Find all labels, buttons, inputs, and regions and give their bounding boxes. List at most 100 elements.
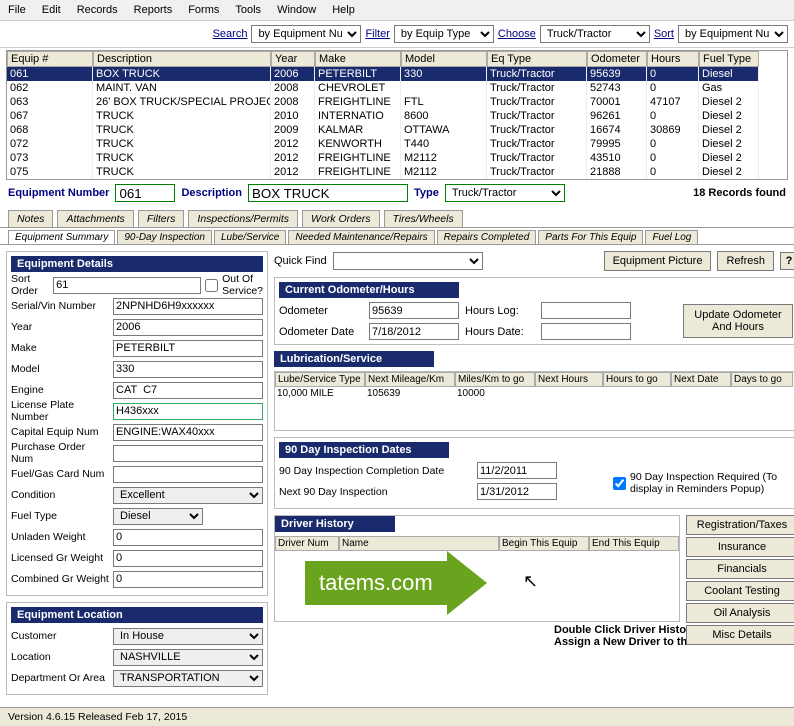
subtab[interactable]: Lube/Service [214, 230, 286, 244]
side-button[interactable]: Registration/Taxes [686, 515, 794, 535]
menu-help[interactable]: Help [332, 4, 355, 16]
menu-forms[interactable]: Forms [188, 4, 219, 16]
licensed-input[interactable] [113, 550, 263, 567]
side-button[interactable]: Oil Analysis [686, 603, 794, 623]
combined-label: Combined Gr Weight [11, 573, 109, 585]
condition-select[interactable]: Excellent [113, 487, 263, 504]
table-row[interactable]: 072TRUCK2012KENWORTHT440Truck/Tractor799… [7, 137, 787, 151]
table-row[interactable]: 061BOX TRUCK2006PETERBILT330Truck/Tracto… [7, 67, 787, 81]
grid-header-cell[interactable]: Hours [647, 51, 699, 67]
inspection-title: 90 Day Inspection Dates [279, 442, 449, 458]
sort-link[interactable]: Sort [654, 28, 674, 40]
insp-required-checkbox[interactable]: 90 Day Inspection Required (To display i… [613, 462, 793, 504]
choose-combo[interactable]: Truck/Tractor [540, 25, 650, 43]
search-by-combo[interactable]: by Equipment Num [251, 25, 361, 43]
type-combo[interactable]: Truck/Tractor [445, 184, 565, 202]
insp-comp-input[interactable] [477, 462, 557, 479]
sort-order-input[interactable] [53, 277, 201, 294]
update-odometer-button[interactable]: Update Odometer And Hours [683, 304, 793, 338]
po-input[interactable] [113, 445, 263, 462]
combined-input[interactable] [113, 571, 263, 588]
license-input[interactable] [113, 403, 263, 420]
tab[interactable]: Inspections/Permits [188, 210, 298, 227]
subtab[interactable]: Equipment Summary [8, 230, 115, 244]
driver-history-list[interactable]: tatems.com ↖ [275, 551, 679, 621]
odo-date-input[interactable] [369, 323, 459, 340]
tab[interactable]: Attachments [57, 210, 133, 227]
table-row[interactable]: 075TRUCK2012FREIGHTLINEM2112Truck/Tracto… [7, 165, 787, 179]
subtab[interactable]: Fuel Log [645, 230, 698, 244]
grid-header-cell[interactable]: Description [93, 51, 271, 67]
sub-tabs: Equipment Summary90-Day InspectionLube/S… [0, 228, 794, 245]
unladen-input[interactable] [113, 529, 263, 546]
dept-select[interactable]: TRANSPORTATION [113, 670, 263, 687]
grid-header-cell[interactable]: Fuel Type [699, 51, 759, 67]
table-row[interactable]: 067TRUCK2010INTERNATIO8600Truck/Tractor9… [7, 109, 787, 123]
customer-select[interactable]: In House [113, 628, 263, 645]
side-button[interactable]: Insurance [686, 537, 794, 557]
subtab[interactable]: Repairs Completed [437, 230, 537, 244]
equipment-picture-button[interactable]: Equipment Picture [604, 251, 712, 271]
tab[interactable]: Notes [8, 210, 53, 227]
search-link[interactable]: Search [213, 28, 248, 40]
engine-input[interactable] [113, 382, 263, 399]
po-label: Purchase Order Num [11, 441, 109, 465]
grid-header-cell[interactable]: Make [315, 51, 401, 67]
side-button[interactable]: Financials [686, 559, 794, 579]
equipment-grid[interactable]: Equip #DescriptionYearMakeModelEq TypeOd… [6, 50, 788, 180]
grid-header-cell[interactable]: Odometer [587, 51, 647, 67]
grid-header-cell[interactable]: Equip # [7, 51, 93, 67]
side-button[interactable]: Coolant Testing [686, 581, 794, 601]
side-button[interactable]: Misc Details [686, 625, 794, 645]
help-icon[interactable]: ? [780, 252, 794, 270]
table-row[interactable]: 073TRUCK2012FREIGHTLINEM2112Truck/Tracto… [7, 151, 787, 165]
location-select[interactable]: NASHVILLE [113, 649, 263, 666]
subtab[interactable]: 90-Day Inspection [117, 230, 212, 244]
insp-next-label: Next 90 Day Inspection [279, 486, 469, 498]
menu-window[interactable]: Window [277, 4, 316, 16]
model-input[interactable] [113, 361, 263, 378]
out-of-service-checkbox[interactable]: Out Of Service? [205, 273, 263, 297]
serial-input[interactable] [113, 298, 263, 315]
capequip-input[interactable] [113, 424, 263, 441]
sort-by-combo[interactable]: by Equipment Num [678, 25, 788, 43]
tab[interactable]: Filters [138, 210, 185, 227]
hours-date-input[interactable] [541, 323, 631, 340]
refresh-button[interactable]: Refresh [717, 251, 774, 271]
menu-file[interactable]: File [8, 4, 26, 16]
year-input[interactable] [113, 319, 263, 336]
fueltype-select[interactable]: Diesel [113, 508, 203, 525]
tab[interactable]: Tires/Wheels [384, 210, 463, 227]
menu-reports[interactable]: Reports [134, 4, 173, 16]
choose-link[interactable]: Choose [498, 28, 536, 40]
subtab[interactable]: Needed Maintenance/Repairs [288, 230, 434, 244]
insp-comp-label: 90 Day Inspection Completion Date [279, 465, 469, 477]
grid-header-cell[interactable]: Year [271, 51, 315, 67]
equip-num-field[interactable] [115, 184, 175, 202]
lube-cell [603, 387, 671, 400]
table-row[interactable]: 06326' BOX TRUCK/SPECIAL PROJECTS2008FRE… [7, 95, 787, 109]
menu-records[interactable]: Records [77, 4, 118, 16]
make-input[interactable] [113, 340, 263, 357]
table-row[interactable]: 068TRUCK2009KALMAROTTAWATruck/Tractor166… [7, 123, 787, 137]
grid-header-cell[interactable]: Model [401, 51, 487, 67]
tab[interactable]: Work Orders [302, 210, 380, 227]
menu-tools[interactable]: Tools [235, 4, 261, 16]
fuelcard-input[interactable] [113, 466, 263, 483]
grid-header-cell[interactable]: Eq Type [487, 51, 587, 67]
subtab[interactable]: Parts For This Equip [538, 230, 643, 244]
table-row[interactable]: 062MAINT. VAN2008CHEVROLETTruck/Tractor5… [7, 81, 787, 95]
driver-history-title: Driver History [275, 516, 395, 532]
records-found: 18 Records found [693, 187, 786, 199]
filter-by-combo[interactable]: by Equip Type [394, 25, 494, 43]
description-field[interactable] [248, 184, 408, 202]
equipment-location-title: Equipment Location [11, 607, 263, 623]
insp-next-input[interactable] [477, 483, 557, 500]
quickfind-combo[interactable] [333, 252, 483, 270]
lube-header-cell: Next Hours [535, 372, 603, 387]
menubar: File Edit Records Reports Forms Tools Wi… [0, 0, 794, 21]
menu-edit[interactable]: Edit [42, 4, 61, 16]
filter-link[interactable]: Filter [365, 28, 389, 40]
odometer-input[interactable] [369, 302, 459, 319]
hours-log-input[interactable] [541, 302, 631, 319]
